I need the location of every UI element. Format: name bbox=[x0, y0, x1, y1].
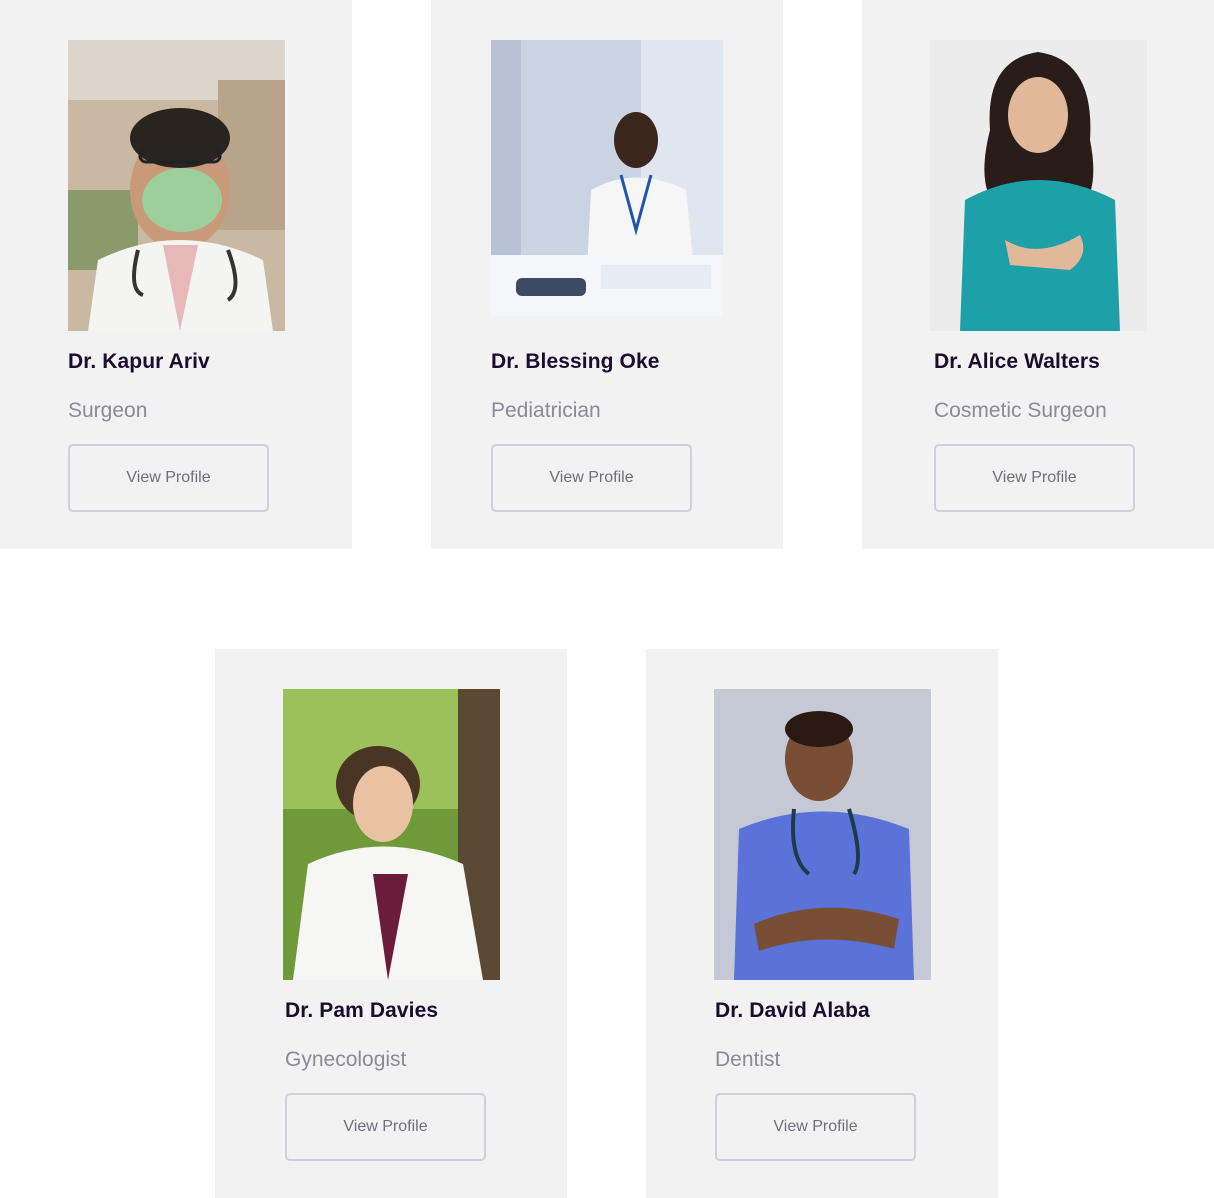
doctor-card-david-alaba: Dr. David Alaba Dentist View Profile bbox=[646, 649, 998, 1198]
doctor-specialty: Dentist bbox=[715, 1048, 781, 1071]
doctor-specialty: Cosmetic Surgeon bbox=[934, 399, 1107, 422]
view-profile-button[interactable]: View Profile bbox=[715, 1093, 916, 1161]
doctor-card-alice-walters: Dr. Alice Walters Cosmetic Surgeon View … bbox=[862, 0, 1214, 549]
doctor-specialty: Pediatrician bbox=[491, 399, 601, 422]
view-profile-button[interactable]: View Profile bbox=[934, 444, 1135, 512]
doctor-name: Dr. Pam Davies bbox=[285, 999, 439, 1022]
doctor-photo bbox=[283, 689, 500, 980]
view-profile-button[interactable]: View Profile bbox=[491, 444, 692, 512]
doctor-photo bbox=[491, 40, 723, 316]
doctor-specialty: Gynecologist bbox=[285, 1048, 407, 1071]
doctor-photo bbox=[68, 40, 285, 331]
doctor-name: Dr. Kapur Ariv bbox=[68, 350, 210, 373]
doctor-card-kapur-ariv: Dr. Kapur Ariv Surgeon View Profile bbox=[0, 0, 352, 549]
doctor-name: Dr. Alice Walters bbox=[934, 350, 1100, 373]
doctor-name: Dr. David Alaba bbox=[715, 999, 870, 1022]
doctor-photo bbox=[930, 40, 1147, 331]
doctor-card-pam-davies: Dr. Pam Davies Gynecologist View Profile bbox=[215, 649, 567, 1198]
doctor-photo bbox=[714, 689, 931, 980]
doctor-name: Dr. Blessing Oke bbox=[491, 350, 660, 373]
view-profile-button[interactable]: View Profile bbox=[285, 1093, 486, 1161]
view-profile-button[interactable]: View Profile bbox=[68, 444, 269, 512]
doctor-specialty: Surgeon bbox=[68, 399, 148, 422]
doctor-card-blessing-oke: Dr. Blessing Oke Pediatrician View Profi… bbox=[431, 0, 783, 549]
